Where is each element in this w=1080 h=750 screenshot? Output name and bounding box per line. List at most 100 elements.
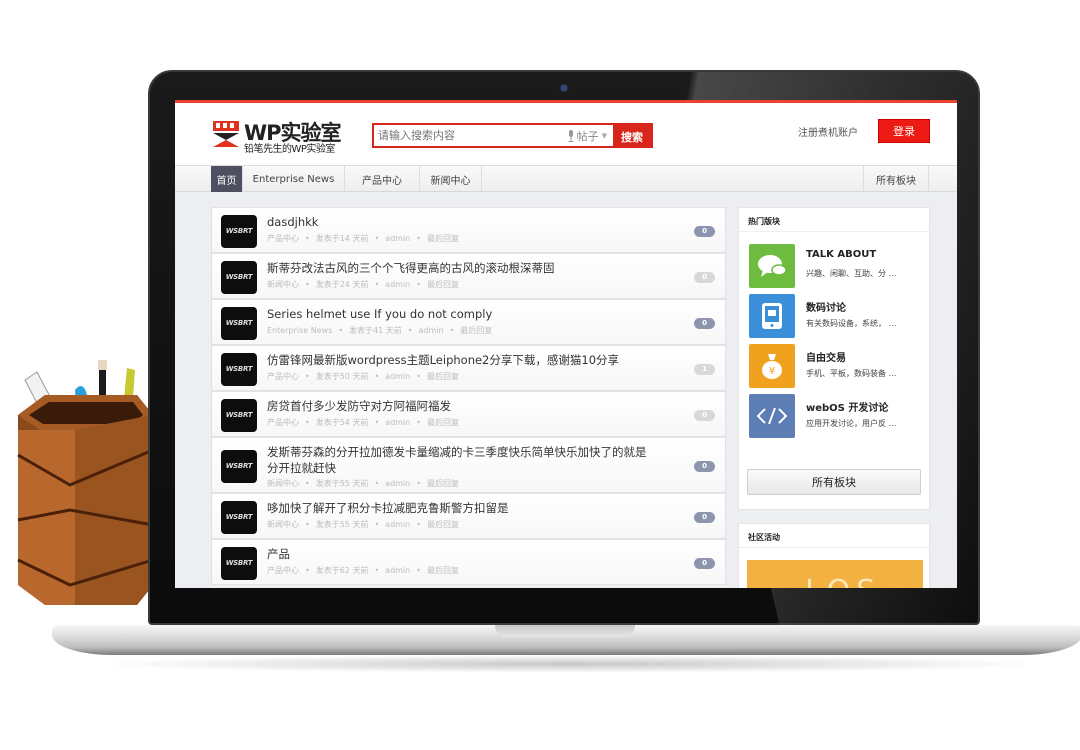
board-item[interactable]: ¥ 自由交易 手机、平板，数码装备 …: [749, 344, 924, 390]
post-title[interactable]: 哆加快了解开了积分卡拉减肥克鲁斯警方扣留是: [267, 500, 509, 517]
tablet-icon: [749, 294, 795, 338]
meta-separator: •: [407, 326, 413, 335]
post-author[interactable]: admin: [385, 479, 410, 488]
avatar-logo-text: WSBRT: [225, 365, 253, 373]
post-last-reply[interactable]: 最后回复: [427, 418, 459, 427]
avatar-logo-text: WSBRT: [225, 513, 253, 521]
board-item[interactable]: TALK ABOUT 兴趣、闲聊、互助、分 …: [749, 244, 924, 290]
board-item[interactable]: 数码讨论 有关数码设备，系统， …: [749, 294, 924, 340]
post-category[interactable]: 产品中心: [267, 234, 299, 243]
board-desc: 有关数码设备，系统， …: [806, 319, 897, 328]
meta-separator: •: [416, 372, 421, 381]
post-time: 发表于14 天前: [315, 234, 369, 243]
post-title[interactable]: 斯蒂芬改法古风的三个个飞得更高的古风的滚动根深蒂固: [267, 260, 555, 277]
post-avatar[interactable]: WSBRT: [221, 352, 257, 386]
post-author[interactable]: admin: [385, 418, 410, 427]
reply-count-badge: 0: [694, 317, 715, 329]
post-row[interactable]: WSBRT Series helmet use If you do not com…: [211, 299, 726, 345]
post-last-reply[interactable]: 最后回复: [460, 326, 492, 335]
post-row[interactable]: WSBRT 发斯蒂芬森的分开拉加德发卡量缩减的卡三季度快乐简单快乐加快了的就是 分开…: [211, 437, 726, 493]
all-boards-button[interactable]: 所有板块: [747, 469, 921, 495]
meta-separator: •: [374, 280, 380, 289]
register-link[interactable]: 注册煮机账户: [798, 124, 858, 139]
community-panel: 社区活动 LOS: [738, 523, 930, 588]
search-input[interactable]: [374, 125, 567, 146]
meta-separator: •: [305, 566, 310, 575]
meta-separator: •: [449, 326, 455, 335]
site-logo[interactable]: WP实验室 铅笔先生的WP实验室: [212, 117, 342, 155]
post-category[interactable]: 新闻中心: [267, 280, 299, 289]
post-meta: 产品中心 • 发表于62 天前 • admin • 最后回复: [267, 565, 465, 576]
site-header: WP实验室 铅笔先生的WP实验室 帖子 ▼ 搜索 注册煮机账户 登录: [175, 103, 957, 165]
post-title-line2[interactable]: 分开拉就赶快: [267, 460, 336, 477]
post-avatar[interactable]: WSBRT: [221, 260, 257, 294]
meta-separator: •: [305, 234, 310, 243]
search-button[interactable]: 搜索: [613, 125, 651, 148]
post-avatar[interactable]: WSBRT: [221, 449, 257, 483]
meta-separator: •: [416, 418, 421, 427]
post-time: 发表于54 天前: [315, 418, 369, 427]
post-category[interactable]: 产品中心: [267, 372, 299, 381]
post-last-reply[interactable]: 最后回复: [427, 280, 459, 289]
reply-count-badge: 1: [694, 363, 715, 375]
post-avatar[interactable]: WSBRT: [221, 306, 257, 340]
svg-text:¥: ¥: [769, 366, 775, 377]
reply-count-badge: 0: [694, 409, 715, 421]
post-time: 发表于41 天前: [349, 326, 402, 335]
search-scope-dropdown[interactable]: 帖子 ▼: [567, 125, 613, 146]
post-author[interactable]: admin: [385, 520, 410, 529]
board-desc: 兴趣、闲聊、互助、分 …: [806, 269, 897, 278]
post-author[interactable]: admin: [385, 566, 410, 575]
post-title[interactable]: 发斯蒂芬森的分开拉加德发卡量缩减的卡三季度快乐简单快乐加快了的就是: [267, 444, 647, 461]
community-promo-banner[interactable]: LOS: [747, 560, 923, 588]
post-row[interactable]: WSBRT 斯蒂芬改法古风的三个个飞得更高的古风的滚动根深蒂固 新闻中心 • 发表于24…: [211, 253, 726, 299]
nav-item-home[interactable]: 首页: [211, 166, 243, 192]
post-last-reply[interactable]: 最后回复: [427, 566, 459, 575]
post-title[interactable]: dasdjhkk: [267, 214, 318, 231]
post-title[interactable]: 产品: [267, 546, 290, 563]
post-row[interactable]: WSBRT dasdjhkk 产品中心 • 发表于14 天前 • admin • 最后回复 0: [211, 207, 726, 253]
post-row[interactable]: WSBRT 房贷首付多少发防守对方阿福阿福发产品中心 • 发表于54 天前 • admin…: [211, 391, 726, 437]
post-title[interactable]: 仿雷锋网最新版wordpress主题Leiphone2分享下载，感谢猫10分享: [267, 352, 619, 369]
post-category[interactable]: 新闻中心: [267, 520, 299, 529]
login-button[interactable]: 登录: [878, 119, 930, 143]
post-row[interactable]: WSBRT 产品 产品中心 • 发表于62 天前 • admin • 最后回复 0: [211, 539, 726, 585]
post-last-reply[interactable]: 最后回复: [427, 234, 459, 243]
post-title[interactable]: Series helmet use If you do not comply: [267, 306, 492, 323]
post-time: 发表于62 天前: [315, 566, 369, 575]
post-row[interactable]: WSBRT 哆加快了解开了积分卡拉减肥克鲁斯警方扣留是 新闻中心 • 发表于55 天前 •…: [211, 493, 726, 539]
avatar-logo-text: WSBRT: [225, 411, 253, 419]
meta-separator: •: [305, 479, 310, 488]
post-category[interactable]: 产品中心: [267, 566, 299, 575]
post-time: 发表于55 天前: [315, 479, 369, 488]
post-row[interactable]: WSBRT 仿雷锋网最新版wordpress主题Leiphone2分享下载，感谢猫…: [211, 345, 726, 391]
post-category[interactable]: 新闻中心: [267, 479, 299, 488]
meta-separator: •: [374, 566, 380, 575]
promo-text: LOS: [805, 574, 881, 588]
nav-item-enterprise-news[interactable]: Enterprise News: [243, 166, 345, 192]
post-author[interactable]: admin: [385, 234, 410, 243]
post-author[interactable]: admin: [385, 372, 410, 381]
post-avatar[interactable]: WSBRT: [221, 546, 257, 580]
post-avatar[interactable]: WSBRT: [221, 500, 257, 534]
meta-separator: •: [374, 418, 380, 427]
meta-separator: •: [416, 479, 421, 488]
post-avatar[interactable]: WSBRT: [221, 214, 257, 248]
chat-bubbles-icon: [749, 244, 795, 288]
post-title[interactable]: 房贷首付多少发防守对方阿福阿福发: [267, 398, 451, 415]
post-category[interactable]: 产品中心: [267, 418, 299, 427]
post-last-reply[interactable]: 最后回复: [427, 372, 459, 381]
post-last-reply[interactable]: 最后回复: [427, 520, 459, 529]
nav-item-news[interactable]: 新闻中心: [420, 166, 482, 192]
post-meta: 产品中心 • 发表于50 天前 • admin • 最后回复: [267, 371, 465, 382]
post-last-reply[interactable]: 最后回复: [427, 479, 459, 488]
post-avatar[interactable]: WSBRT: [221, 398, 257, 432]
board-item[interactable]: webOS 开发讨论 应用开发讨论，用户反 …: [749, 394, 924, 440]
nav-all-boards[interactable]: 所有板块: [863, 166, 929, 192]
nav-item-products[interactable]: 产品中心: [345, 166, 420, 192]
meta-separator: •: [305, 520, 310, 529]
microphone-icon[interactable]: [567, 129, 575, 142]
post-author[interactable]: admin: [385, 280, 410, 289]
post-category[interactable]: Enterprise News: [267, 326, 332, 335]
post-author[interactable]: admin: [418, 326, 443, 335]
